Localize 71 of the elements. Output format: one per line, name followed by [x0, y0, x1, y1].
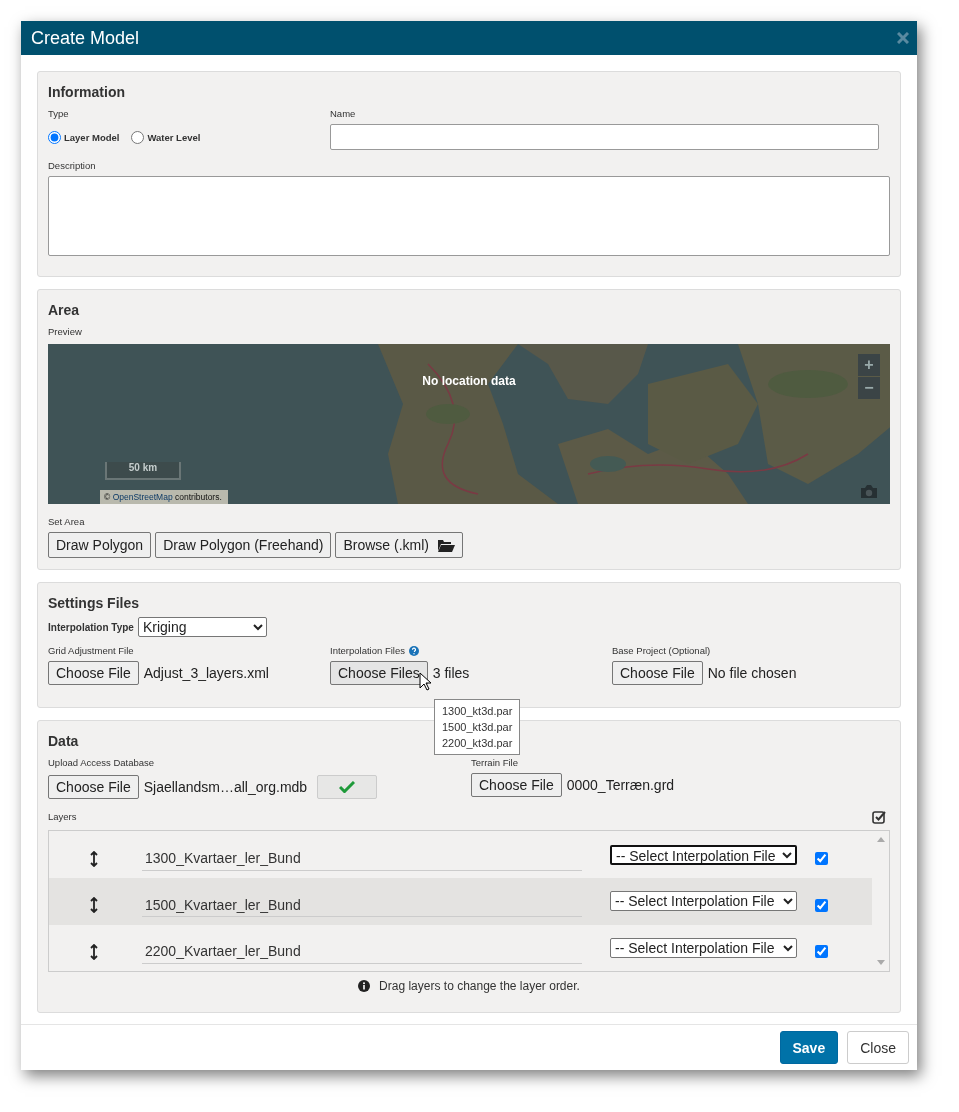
field-label: Base Project (Optional) [612, 645, 711, 657]
attribution-link[interactable]: OpenStreetMap [112, 492, 173, 503]
file-status: Adjust_3_layers.xml [143, 665, 269, 682]
set-area-button[interactable]: Draw Polygon [48, 532, 152, 559]
section-heading: Area [48, 302, 80, 319]
folder-icon [437, 538, 455, 553]
map-message: No location data [422, 374, 516, 389]
close-button[interactable]: Close [847, 1031, 909, 1065]
layer-checkbox[interactable] [815, 852, 828, 866]
drag-handle-icon[interactable] [89, 943, 98, 960]
field-label: Interpolation Type [48, 621, 134, 633]
zoom-in-button[interactable]: + [858, 354, 880, 377]
file-status: 3 files [432, 665, 470, 682]
confirm-button[interactable] [317, 775, 378, 800]
cursor-icon [419, 672, 432, 692]
interpolation-file-select[interactable]: -- Select Interpolation File [610, 844, 797, 865]
radio-label: Water Level [147, 132, 201, 144]
set-area-button[interactable]: Browse (.kml) [335, 532, 463, 559]
section-heading: Data [48, 733, 79, 750]
layer-row[interactable]: 1300_Kvartaer_ler_Bund -- Select Interpolation File [49, 831, 872, 878]
section-heading: Settings Files [48, 595, 140, 612]
help-icon[interactable] [409, 646, 419, 657]
name-field[interactable] [330, 124, 879, 151]
dialog-title: Create Model [31, 27, 140, 49]
file-status: Sjaellandsm…all_org.mdb [143, 779, 308, 796]
field-label: Description [48, 160, 97, 172]
layer-row[interactable]: 2200_Kvartaer_ler_Bund -- Select Interpolation File [49, 924, 872, 972]
file-status: 0000_Terræn.grd [566, 777, 675, 794]
field-label: Upload Access Database [48, 757, 156, 769]
choose-file-button[interactable]: Choose File [471, 773, 562, 798]
info-icon [358, 980, 371, 993]
drag-handle-icon[interactable] [89, 897, 98, 914]
interpolation-type-select[interactable]: Kriging [137, 617, 267, 638]
description-field[interactable] [48, 176, 890, 257]
tooltip-line: 1300_kt3d.par [442, 704, 513, 720]
type-radio[interactable] [131, 131, 145, 145]
field-label: Terrain File [471, 757, 519, 769]
section-heading: Information [48, 84, 125, 101]
field-label: Layers [48, 811, 77, 823]
close-icon[interactable] [897, 32, 909, 45]
layer-name-field[interactable]: 2200_Kvartaer_ler_Bund [142, 939, 582, 964]
interpolation-file-select[interactable]: -- Select Interpolation File [610, 937, 797, 958]
layer-checkbox[interactable] [815, 945, 828, 959]
layer-row[interactable]: 1500_Kvartaer_ler_Bund -- Select Interpolation File [49, 877, 872, 925]
field-label: Name [330, 108, 357, 120]
save-button[interactable]: Save [779, 1031, 839, 1065]
choose-file-button[interactable]: Choose File [612, 661, 703, 686]
field-label: Grid Adjustment File [48, 645, 134, 657]
radio-label: Layer Model [64, 132, 120, 144]
field-label: Set Area [48, 516, 86, 528]
zoom-out-button[interactable]: − [858, 377, 880, 400]
field-label: Interpolation Files [330, 645, 405, 657]
field-label: Type [48, 108, 70, 120]
map-scale: 50 km [105, 462, 181, 481]
type-radio[interactable] [48, 131, 61, 145]
interpolation-file-select[interactable]: -- Select Interpolation File [610, 891, 797, 912]
check-icon [339, 781, 356, 794]
layer-checkbox[interactable] [815, 898, 828, 912]
tooltip-line: 1500_kt3d.par [442, 720, 513, 736]
map-attribution: © OpenStreetMap contributors. [100, 490, 228, 505]
tooltip-line: 2200_kt3d.par [442, 736, 513, 752]
choose-file-button[interactable]: Choose File [48, 661, 139, 686]
file-status: No file chosen [707, 665, 797, 682]
field-label: Preview [48, 326, 83, 338]
layer-name-field[interactable]: 1500_Kvartaer_ler_Bund [142, 893, 582, 918]
choose-file-button[interactable]: Choose File [48, 775, 139, 800]
set-area-button[interactable]: Draw Polygon (Freehand) [155, 532, 332, 559]
check-all-icon[interactable] [872, 810, 886, 825]
layer-order-hint: Drag layers to change the layer order. [379, 979, 580, 994]
layer-name-field[interactable]: 1300_Kvartaer_ler_Bund [142, 846, 582, 871]
drag-handle-icon[interactable] [89, 850, 98, 867]
